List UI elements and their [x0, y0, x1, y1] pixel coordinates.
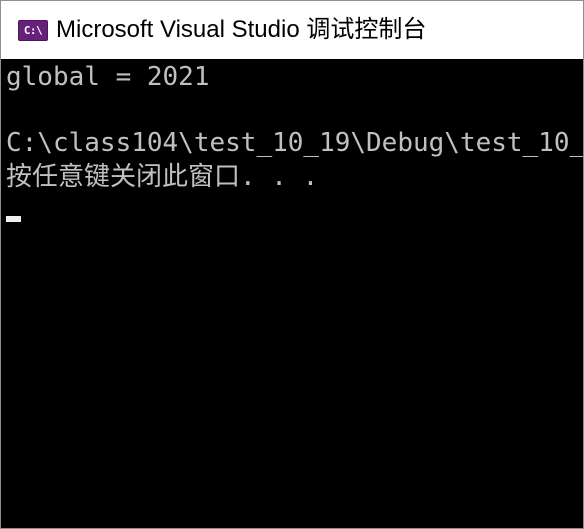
console-output-area[interactable]: global = 2021 C:\class104\test_10_19\Deb…: [1, 59, 583, 528]
console-output-line: 按任意键关闭此窗口. . .: [6, 162, 319, 192]
console-app-icon[interactable]: C:\: [18, 20, 48, 41]
console-output-line: global = 2021: [6, 62, 210, 92]
window-title: Microsoft Visual Studio 调试控制台: [56, 16, 427, 43]
console-output-line: C:\class104\test_10_19\Debug\test_10_: [6, 128, 583, 158]
console-app-icon-label: C:\: [23, 24, 43, 37]
console-window: C:\ Microsoft Visual Studio 调试控制台 global…: [0, 0, 584, 529]
title-bar[interactable]: C:\ Microsoft Visual Studio 调试控制台: [1, 1, 583, 59]
text-cursor: [6, 216, 21, 222]
